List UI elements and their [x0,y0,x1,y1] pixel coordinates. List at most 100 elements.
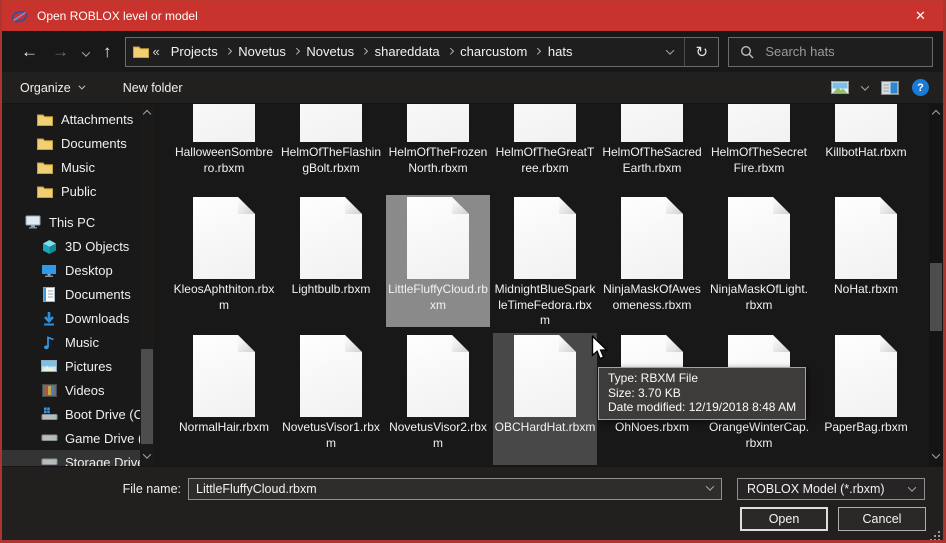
sidebar-gap [2,203,154,210]
file-item[interactable]: HalloweenSombrero.rbxm [172,104,276,190]
sidebar-item-downloads[interactable]: Downloads [2,306,154,330]
sidebar-item-boot-drive[interactable]: Boot Drive (C:) [2,402,154,426]
file-icon [728,104,790,142]
help-button[interactable]: ? [912,79,929,96]
back-button[interactable]: ← [14,43,45,60]
breadcrumb-separator-icon [225,48,231,54]
file-item[interactable]: HelmOfTheFrozenNorth.rbxm [386,104,490,190]
file-label: HelmOfTheSecretFire.rbxm [708,145,810,176]
breadcrumb-overflow[interactable]: « [153,44,160,59]
refresh-button[interactable]: ↻ [685,38,718,66]
resize-grip[interactable] [938,539,940,541]
sidebar-item-storage-drive[interactable]: Storage Drive (G [2,450,154,466]
search-box[interactable] [728,37,933,67]
file-icon [407,197,469,279]
sidebar-item-documents-folder[interactable]: Documents [2,131,154,155]
breadcrumb-item[interactable]: shareddata [368,44,447,59]
file-item[interactable]: HelmOfTheFlashingBolt.rbxm [279,104,383,190]
change-view-icon[interactable] [831,81,849,94]
breadcrumb-item[interactable]: Novetus [299,44,361,59]
sidebar-item-desktop[interactable]: Desktop [2,258,154,282]
file-item[interactable]: NinjaMaskOfAwesomeness.rbxm [600,195,704,327]
sidebar-item-music-folder[interactable]: Music [2,155,154,179]
dialog-content: Attachments Documents Music Public This … [2,104,943,466]
sidebar-item-music[interactable]: Music [2,330,154,354]
preview-pane-icon[interactable] [881,81,899,95]
chevron-down-icon [908,483,916,491]
file-list-scrollbar[interactable] [929,104,943,466]
file-item[interactable]: PaperBag.rbxm [814,333,918,465]
file-item[interactable]: NovetusVisor1.rbxm [279,333,383,465]
sidebar-item-game-drive[interactable]: Game Drive (D:) [2,426,154,450]
sidebar-item-attachments[interactable]: Attachments [2,107,154,131]
scroll-up-icon[interactable] [932,110,940,118]
file-icon [193,104,255,142]
drive-icon [40,457,58,466]
sidebar-scrollbar[interactable] [140,104,154,466]
breadcrumb-item[interactable]: Novetus [231,44,293,59]
file-item[interactable]: NinjaMaskOfLight.rbxm [707,195,811,327]
sidebar-item-pictures[interactable]: Pictures [2,354,154,378]
sidebar-item-label: Music [61,160,95,175]
file-label: HelmOfTheGreatTree.rbxm [494,145,596,176]
up-button[interactable]: ↑ [96,43,119,60]
breadcrumb-item[interactable]: Projects [164,44,225,59]
scroll-down-icon[interactable] [932,450,940,458]
file-type-select[interactable]: ROBLOX Model (*.rbxm) [737,478,925,500]
open-button[interactable]: Open [740,507,828,531]
toolbar-right-group: ? [818,79,929,96]
file-item[interactable]: NovetusVisor2.rbxm [386,333,490,465]
sidebar-item-this-pc[interactable]: This PC [2,210,154,234]
file-item[interactable]: NoHat.rbxm [814,195,918,327]
scrollbar-thumb[interactable] [141,349,153,444]
address-bar[interactable]: « Projects Novetus Novetus shareddata ch… [125,37,720,67]
tooltip-date: Date modified: 12/19/2018 8:48 AM [608,400,796,415]
file-item[interactable]: MidnightBlueSparkleTimeFedora.rbxm [493,195,597,327]
file-item[interactable]: HelmOfTheSacredEarth.rbxm [600,104,704,190]
scrollbar-thumb[interactable] [930,263,942,331]
file-item[interactable]: HelmOfTheSecretFire.rbxm [707,104,811,190]
address-dropdown-button[interactable] [656,38,684,66]
cancel-button[interactable]: Cancel [838,507,926,531]
sidebar-item-documents[interactable]: Documents [2,282,154,306]
file-name-input[interactable] [188,478,722,500]
new-folder-label: New folder [123,81,183,95]
chevron-down-icon [78,83,85,90]
close-button[interactable]: ✕ [898,1,943,31]
file-label: NoHat.rbxm [815,282,917,298]
file-item[interactable]: KillbotHat.rbxm [814,104,918,190]
search-input[interactable] [763,43,913,60]
title-bar: Open ROBLOX level or model ✕ [2,1,943,31]
file-item[interactable]: KleosAphthiton.rbxm [172,195,276,327]
sidebar-item-label: Attachments [61,112,133,127]
breadcrumb-separator-icon [534,48,540,54]
file-item[interactable]: Lightbulb.rbxm [279,195,383,327]
file-type-value: ROBLOX Model (*.rbxm) [747,482,885,496]
file-icon [193,335,255,417]
file-item-hovered[interactable]: OBCHardHat.rbxm [493,333,597,465]
file-icon [621,104,683,142]
file-label: Lightbulb.rbxm [280,282,382,298]
file-item[interactable]: HelmOfTheGreatTree.rbxm [493,104,597,190]
sidebar-item-3d-objects[interactable]: 3D Objects [2,234,154,258]
new-folder-button[interactable]: New folder [123,81,183,95]
breadcrumb-item[interactable]: hats [541,44,580,59]
sidebar-item-public[interactable]: Public [2,179,154,203]
breadcrumb-item[interactable]: charcustom [453,44,534,59]
file-icon [835,335,897,417]
music-note-icon [40,335,58,350]
scroll-up-icon[interactable] [143,110,151,118]
file-item[interactable]: NormalHair.rbxm [172,333,276,465]
file-name-combobox[interactable] [188,478,722,500]
history-dropdown[interactable] [76,43,96,60]
file-item-selected[interactable]: LittleFluffyCloud.rbxm [386,195,490,327]
view-dropdown-icon[interactable] [861,82,869,90]
sidebar-item-label: Music [65,335,99,350]
forward-button[interactable]: → [45,43,76,60]
organize-button[interactable]: Organize [20,81,83,95]
file-label: NovetusVisor2.rbxm [387,420,489,451]
sidebar-item-videos[interactable]: Videos [2,378,154,402]
organize-label: Organize [20,81,71,95]
scroll-down-icon[interactable] [143,450,151,458]
sidebar-item-label: Boot Drive (C:) [65,407,151,422]
